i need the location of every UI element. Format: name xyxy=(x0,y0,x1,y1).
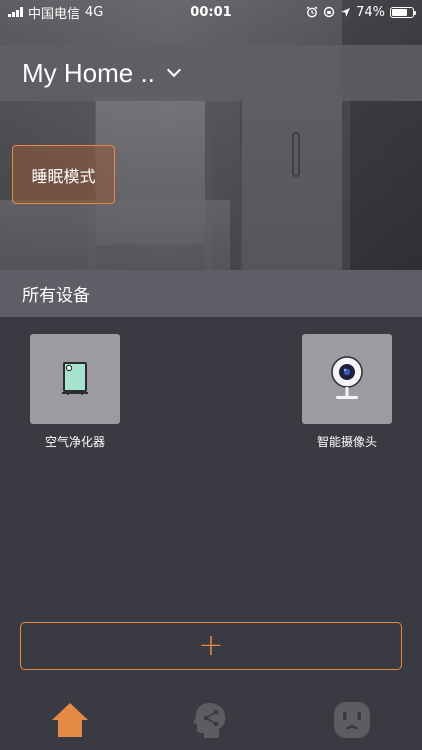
home-icon xyxy=(52,703,89,737)
tab-device[interactable] xyxy=(322,695,382,745)
head-share-icon xyxy=(192,703,226,738)
carrier-label: 中国电信 xyxy=(28,6,81,22)
device-tile[interactable] xyxy=(30,334,120,424)
tab-bar xyxy=(0,690,422,750)
status-left: 中国电信 4G xyxy=(8,3,103,22)
signal-icon xyxy=(8,7,23,17)
tab-home[interactable] xyxy=(40,695,100,745)
background-door-handle xyxy=(292,132,300,177)
battery-fill xyxy=(392,8,407,16)
device-item-air-purifier[interactable]: 空气净化器 xyxy=(25,334,125,450)
home-selector[interactable]: My Home .. xyxy=(0,45,422,101)
camera-icon xyxy=(331,356,363,399)
battery-percent: 74% xyxy=(356,4,385,20)
battery-icon xyxy=(390,6,416,18)
device-label: 空气净化器 xyxy=(44,435,105,449)
tab-share[interactable] xyxy=(181,695,241,745)
background-shade xyxy=(342,0,422,270)
add-device-button[interactable]: + xyxy=(20,622,402,670)
home-title: My Home .. xyxy=(22,57,155,88)
location-icon xyxy=(341,7,351,17)
scene-label: 睡眠模式 xyxy=(31,166,96,186)
device-tile[interactable] xyxy=(302,334,392,424)
background-door xyxy=(240,95,350,270)
outlet-icon xyxy=(333,702,370,738)
section-header-all-devices: 所有设备 xyxy=(0,270,422,317)
orientation-lock-icon xyxy=(323,6,335,18)
device-item-smart-camera[interactable]: 智能摄像头 xyxy=(297,334,397,450)
home-background-photo xyxy=(0,0,422,270)
network-label: 4G xyxy=(85,4,104,20)
chevron-down-icon xyxy=(166,62,181,78)
air-purifier-icon xyxy=(62,362,88,395)
alarm-icon xyxy=(306,6,318,18)
scene-button-sleep-mode[interactable]: 睡眠模式 xyxy=(12,145,115,204)
status-right: 74% xyxy=(306,4,416,20)
status-bar: 中国电信 4G 00:01 74% xyxy=(0,0,422,24)
section-title: 所有设备 xyxy=(22,286,90,306)
device-label: 智能摄像头 xyxy=(316,435,377,449)
plus-icon: + xyxy=(198,628,224,663)
background-sofa xyxy=(0,200,230,270)
